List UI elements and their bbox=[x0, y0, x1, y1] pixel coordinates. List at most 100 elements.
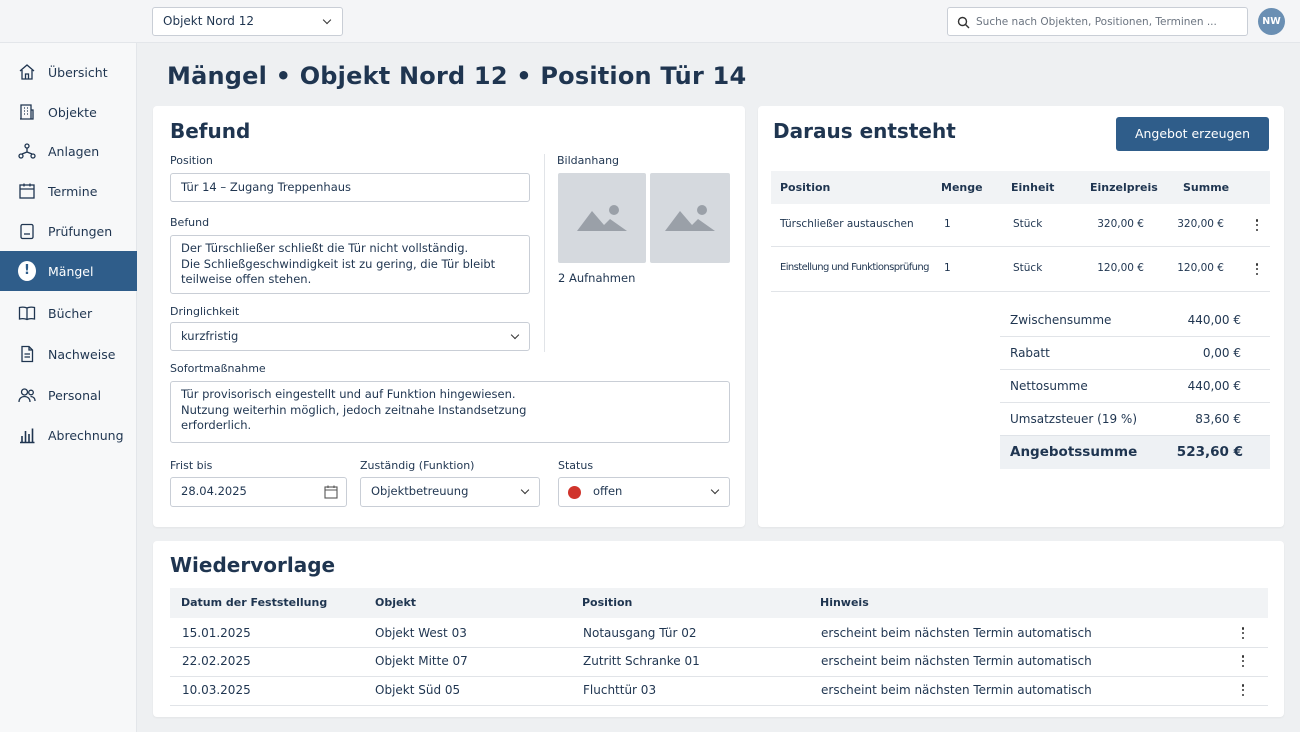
total-label: Angebotssumme bbox=[1010, 444, 1138, 460]
sidebar-item-pruefungen[interactable]: Prüfungen bbox=[0, 211, 137, 251]
calendar-icon[interactable] bbox=[324, 485, 338, 499]
col-header: Menge bbox=[941, 181, 983, 194]
sidebar-item-label: Personal bbox=[48, 387, 102, 403]
col-header: Hinweis bbox=[820, 596, 869, 609]
object-select-value: Objekt Nord 12 bbox=[163, 14, 254, 28]
col-header: Summe bbox=[1183, 181, 1230, 194]
bildanhang-label: Bildanhang bbox=[557, 154, 620, 167]
sidebar-item-label: Anlagen bbox=[48, 143, 100, 159]
col-header: Position bbox=[780, 181, 831, 194]
table-cell: Türschließer austauschen bbox=[780, 218, 914, 230]
befund-title: Befund bbox=[170, 119, 251, 143]
calendar-icon bbox=[18, 182, 36, 200]
document-icon bbox=[18, 345, 36, 363]
clipboard-icon bbox=[18, 222, 36, 240]
table-cell: 15.01.2025 bbox=[182, 626, 251, 640]
table-cell: 120,00 € bbox=[1097, 262, 1144, 274]
search-input[interactable] bbox=[976, 13, 1241, 31]
row-menu-icon[interactable] bbox=[1237, 626, 1249, 640]
table-cell: 10.03.2025 bbox=[182, 683, 251, 697]
table-cell: Fluchttür 03 bbox=[583, 683, 657, 697]
table-cell: erscheint beim nächsten Termin automatis… bbox=[821, 683, 1092, 697]
position-field[interactable]: Tür 14 – Zugang Treppenhaus bbox=[170, 173, 530, 202]
table-cell: Einstellung und Funktionsprüfung bbox=[780, 262, 929, 273]
sidebar-item-anlagen[interactable]: Anlagen bbox=[0, 131, 137, 171]
home-icon bbox=[18, 63, 36, 81]
befund-card: Befund Position Tür 14 – Zugang Treppenh… bbox=[153, 106, 745, 527]
summary-value: 83,60 € bbox=[1195, 412, 1241, 426]
sidebar-item-label: Objekte bbox=[48, 104, 97, 120]
sidebar-item-maengel[interactable]: ! Mängel bbox=[0, 251, 137, 291]
image-placeholder[interactable] bbox=[650, 173, 730, 263]
sofortmassnahme-textarea[interactable]: Tür provisorisch eingestellt und auf Fun… bbox=[170, 381, 730, 443]
divider bbox=[771, 246, 1270, 247]
object-select[interactable]: Objekt Nord 12 bbox=[152, 7, 343, 36]
chevron-down-icon bbox=[710, 485, 720, 495]
sidebar-item-label: Übersicht bbox=[48, 64, 108, 80]
alert-badge-icon: ! bbox=[18, 261, 36, 281]
divider bbox=[170, 647, 1268, 648]
befund-line: Der Türschließer schließt die Tür nicht … bbox=[181, 241, 469, 255]
table-cell: 320,00 € bbox=[1097, 218, 1144, 230]
divider bbox=[1000, 402, 1270, 403]
frist-date-field[interactable]: 28.04.2025 bbox=[170, 477, 347, 507]
image-icon bbox=[665, 205, 715, 231]
sidebar-item-buecher[interactable]: Bücher bbox=[0, 293, 137, 333]
col-header: Objekt bbox=[375, 596, 417, 609]
frist-label: Frist bis bbox=[170, 459, 213, 472]
row-menu-icon[interactable] bbox=[1251, 262, 1263, 276]
people-icon bbox=[18, 386, 36, 404]
summary-value: 440,00 € bbox=[1187, 379, 1241, 393]
bar-chart-icon bbox=[18, 426, 36, 444]
table-cell: 120,00 € bbox=[1177, 262, 1224, 274]
zustaendig-label: Zuständig (Funktion) bbox=[360, 459, 475, 472]
status-dot bbox=[568, 486, 581, 499]
table-cell: Objekt Mitte 07 bbox=[375, 654, 468, 668]
total-value: 523,60 € bbox=[1176, 444, 1243, 460]
sofort-line: Tür provisorisch eingestellt und auf Fun… bbox=[181, 387, 516, 401]
top-bar: Objekt Nord 12 NW bbox=[0, 0, 1300, 43]
avatar[interactable]: NW bbox=[1258, 8, 1285, 35]
sofort-line: erforderlich. bbox=[181, 418, 252, 432]
summary-value: 0,00 € bbox=[1202, 346, 1241, 360]
wiedervorlage-title: Wiedervorlage bbox=[170, 553, 336, 577]
status-select[interactable]: offen bbox=[558, 477, 730, 507]
table-cell: Objekt West 03 bbox=[375, 626, 467, 640]
table-cell: 1 bbox=[944, 262, 951, 274]
position-label: Position bbox=[170, 154, 213, 167]
divider bbox=[544, 154, 545, 352]
chevron-down-icon bbox=[510, 330, 520, 340]
row-menu-icon[interactable] bbox=[1237, 683, 1249, 697]
sofortmassnahme-label: Sofortmaßnahme bbox=[170, 362, 266, 375]
col-header: Datum der Feststellung bbox=[181, 596, 328, 609]
angebot-erzeugen-button[interactable]: Angebot erzeugen bbox=[1116, 117, 1269, 151]
search-box[interactable] bbox=[947, 7, 1248, 36]
sidebar-item-label: Prüfungen bbox=[48, 223, 113, 239]
sofort-line: Nutzung weiterhin möglich, jedoch zeitna… bbox=[181, 402, 527, 417]
sidebar-item-objekte[interactable]: Objekte bbox=[0, 92, 137, 132]
sidebar-item-personal[interactable]: Personal bbox=[0, 375, 137, 415]
row-menu-icon[interactable] bbox=[1251, 218, 1263, 232]
befund-textarea[interactable]: Der Türschließer schließt die Tür nicht … bbox=[170, 235, 530, 294]
divider bbox=[1000, 336, 1270, 337]
dringlichkeit-select[interactable]: kurzfristig bbox=[170, 322, 530, 351]
sidebar-item-abrechnung[interactable]: Abrechnung bbox=[0, 415, 137, 455]
summary-label: Nettosumme bbox=[1010, 379, 1088, 393]
row-menu-icon[interactable] bbox=[1237, 654, 1249, 668]
chevron-down-icon bbox=[520, 485, 530, 495]
image-icon bbox=[577, 205, 627, 231]
col-header: Einheit bbox=[1011, 181, 1055, 194]
image-placeholder[interactable] bbox=[558, 173, 646, 263]
network-icon bbox=[18, 142, 36, 160]
search-icon bbox=[957, 16, 970, 29]
sidebar-item-nachweise[interactable]: Nachweise bbox=[0, 334, 137, 374]
zustaendig-select[interactable]: Objektbetreuung bbox=[360, 477, 540, 507]
sidebar-item-uebersicht[interactable]: Übersicht bbox=[0, 52, 137, 92]
aufnahmen-count: 2 Aufnahmen bbox=[558, 271, 636, 285]
wiedervorlage-table-header bbox=[170, 588, 1268, 618]
sidebar-item-termine[interactable]: Termine bbox=[0, 171, 137, 211]
table-cell: Notausgang Tür 02 bbox=[583, 626, 697, 640]
befund-label: Befund bbox=[170, 216, 210, 229]
table-cell: Stück bbox=[1013, 262, 1043, 274]
table-cell: 1 bbox=[944, 218, 951, 230]
